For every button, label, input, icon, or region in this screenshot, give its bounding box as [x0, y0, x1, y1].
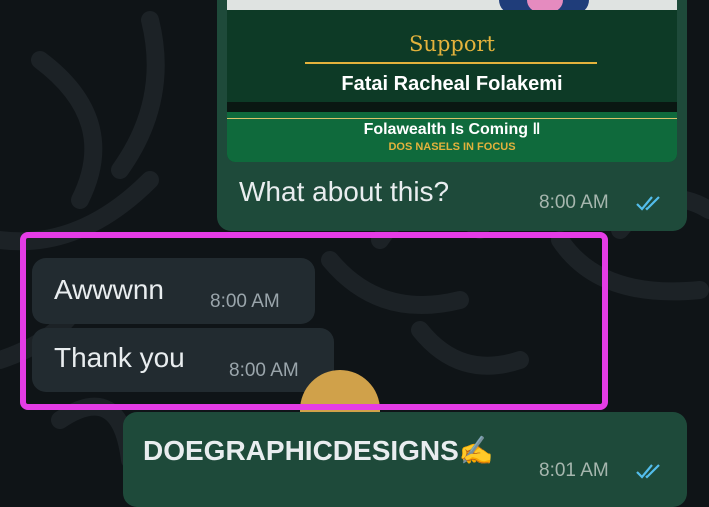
support-label: Support [409, 32, 495, 56]
image-top-strip [227, 0, 677, 10]
outgoing-media-message[interactable]: Support Fatai Racheal Folakemi Folawealt… [217, 0, 687, 231]
divider-line [305, 62, 597, 64]
name-panel: Support Fatai Racheal Folakemi [227, 10, 677, 102]
double-check-read-icon [636, 464, 660, 479]
banner-headline: Folawealth Is Coming ‖ [363, 121, 541, 138]
double-check-read-icon [636, 196, 660, 211]
shared-image[interactable]: Support Fatai Racheal Folakemi Folawealt… [227, 0, 677, 162]
message-text: What about this? [239, 176, 450, 207]
person-name: Fatai Racheal Folakemi [341, 73, 563, 95]
banner-footer-frame: Folawealth Is Coming ‖ DOS NASELS IN FOC… [227, 118, 677, 159]
banner-footer: Folawealth Is Coming ‖ DOS NASELS IN FOC… [227, 112, 677, 162]
outgoing-message[interactable]: DOEGRAPHICDESIGNS✍️ 8:01 AM [123, 412, 687, 507]
message-time: 8:00 AM [539, 192, 609, 213]
selection-highlight-box [20, 232, 608, 410]
message-text: DOEGRAPHICDESIGNS✍️ [143, 435, 494, 466]
message-time: 8:01 AM [539, 460, 609, 481]
image-dark-band [227, 102, 677, 112]
banner-subline: DOS NASELS IN FOCUS [388, 141, 516, 153]
